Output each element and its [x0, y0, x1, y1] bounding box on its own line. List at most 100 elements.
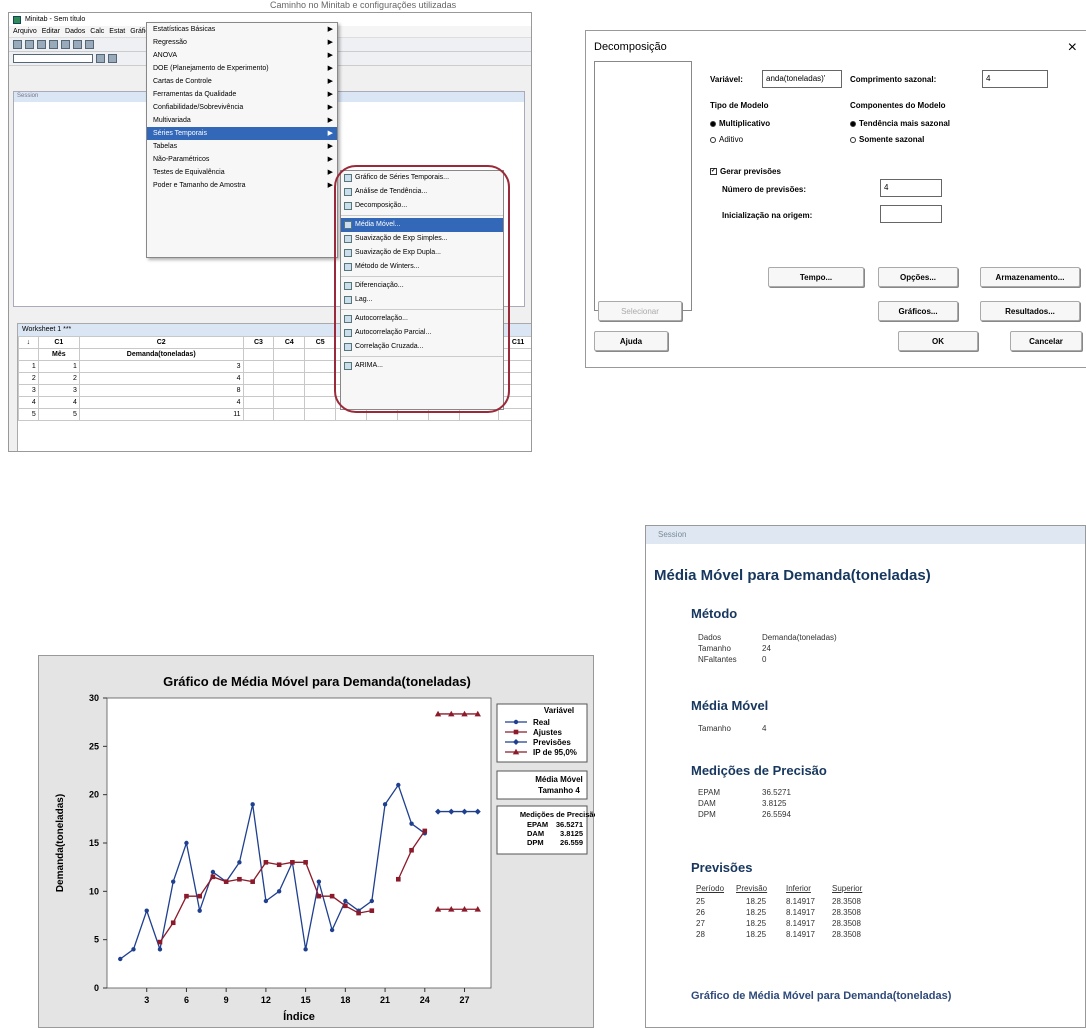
cell[interactable] — [242, 360, 275, 373]
data-point — [276, 889, 282, 894]
cell[interactable]: 1 — [37, 360, 80, 373]
dropdown-icon[interactable] — [13, 54, 93, 63]
new-icon[interactable] — [13, 40, 22, 49]
cell[interactable]: 3 — [37, 384, 80, 397]
accuracy-key: EPAM — [527, 820, 548, 829]
stat-menu-item[interactable]: Confiabilidade/Sobrevivência ▶ — [147, 101, 337, 114]
stat-menu-item[interactable]: Testes de Equivalência ▶ — [147, 166, 337, 179]
variable-field[interactable]: anda(toneladas)' — [762, 70, 842, 88]
minitab-icon — [13, 15, 21, 24]
menu-estat[interactable]: Estat — [109, 28, 125, 35]
menu-editar[interactable]: Editar — [42, 28, 60, 35]
cell[interactable] — [242, 372, 275, 385]
cell[interactable] — [242, 408, 275, 421]
stat-menu-item[interactable]: Poder e Tamanho de Amostra ▶ — [147, 179, 337, 192]
column-name-cell[interactable]: Demanda(toneladas) — [78, 348, 244, 361]
cell[interactable] — [273, 408, 306, 421]
time-button[interactable]: Tempo... — [768, 267, 864, 287]
column-name-cell[interactable]: Mês — [37, 348, 80, 361]
cell[interactable] — [273, 396, 306, 409]
column-header[interactable]: ↓ — [18, 336, 39, 349]
session-bar: Session — [646, 526, 1085, 544]
cut-icon[interactable] — [49, 40, 58, 49]
cell[interactable] — [304, 384, 337, 397]
print-icon[interactable] — [37, 40, 46, 49]
cell[interactable] — [273, 384, 306, 397]
x-tick-label: 6 — [184, 995, 189, 1005]
save-icon[interactable] — [25, 40, 34, 49]
cell[interactable]: 4 — [78, 372, 244, 385]
seasonal-length-field[interactable]: 4 — [982, 70, 1048, 88]
column-name-cell[interactable] — [273, 348, 306, 361]
stat-menu-item[interactable]: Cartas de Controle ▶ — [147, 75, 337, 88]
stat-menu-item[interactable]: Regressão ▶ — [147, 36, 337, 49]
cell[interactable]: 3 — [78, 360, 244, 373]
tool-icon[interactable] — [96, 54, 105, 63]
stat-menu-item[interactable]: Séries Temporais ▶ — [147, 127, 337, 140]
cell[interactable] — [273, 372, 306, 385]
column-header[interactable]: C4 — [273, 336, 306, 349]
cell[interactable]: 1 — [18, 360, 39, 373]
cell[interactable]: 3 — [18, 384, 39, 397]
column-header[interactable]: C3 — [242, 336, 275, 349]
stat-menu-item[interactable]: Estatísticas Básicas ▶ — [147, 23, 337, 36]
close-icon[interactable]: × — [1068, 39, 1077, 57]
help-button[interactable]: Ajuda — [594, 331, 668, 351]
stat-menu-item[interactable]: DOE (Planejamento de Experimento) ▶ — [147, 62, 337, 75]
tool-icon[interactable] — [108, 54, 117, 63]
undo-icon[interactable] — [85, 40, 94, 49]
menu-calc[interactable]: Calc — [90, 28, 104, 35]
graphs-button[interactable]: Gráficos... — [878, 301, 958, 321]
cell[interactable] — [498, 408, 531, 421]
menu-dados[interactable]: Dados — [65, 28, 85, 35]
radio-trend-seasonal[interactable]: Tendência mais sazonal — [850, 119, 950, 128]
cell[interactable]: 5 — [18, 408, 39, 421]
cell[interactable] — [273, 360, 306, 373]
options-button[interactable]: Opções... — [878, 267, 958, 287]
cell[interactable] — [304, 408, 337, 421]
cell[interactable]: 2 — [37, 372, 80, 385]
cell[interactable]: 4 — [18, 396, 39, 409]
variable-list[interactable] — [594, 61, 692, 311]
cell[interactable]: 4 — [78, 396, 244, 409]
column-name-cell[interactable] — [18, 348, 39, 361]
decomposition-dialog: Decomposição × Variável: anda(toneladas)… — [585, 30, 1086, 368]
stat-menu-item[interactable]: Multivariada ▶ — [147, 114, 337, 127]
cell[interactable]: 8 — [78, 384, 244, 397]
storage-button[interactable]: Armazenamento... — [980, 267, 1080, 287]
chevron-right-icon: ▶ — [327, 182, 333, 189]
cell[interactable]: 5 — [37, 408, 80, 421]
ok-button[interactable]: OK — [898, 331, 978, 351]
cancel-button[interactable]: Cancelar — [1010, 331, 1082, 351]
column-header[interactable]: C1 — [37, 336, 80, 349]
cell[interactable]: 2 — [18, 372, 39, 385]
data-point — [382, 802, 388, 807]
cell[interactable]: 4 — [37, 396, 80, 409]
column-header[interactable]: C2 — [78, 336, 244, 349]
column-name-cell[interactable] — [242, 348, 275, 361]
column-header[interactable]: C5 — [304, 336, 337, 349]
menu-arquivo[interactable]: Arquivo — [13, 28, 37, 35]
copy-icon[interactable] — [61, 40, 70, 49]
results-button[interactable]: Resultados... — [980, 301, 1080, 321]
radio-seasonal-only[interactable]: Somente sazonal — [850, 135, 924, 144]
stat-menu-item[interactable]: Não-Paramétricos ▶ — [147, 153, 337, 166]
cell[interactable] — [304, 360, 337, 373]
cell[interactable] — [242, 396, 275, 409]
paste-icon[interactable] — [73, 40, 82, 49]
forecast-count-field[interactable]: 4 — [880, 179, 942, 197]
column-name-cell[interactable] — [304, 348, 337, 361]
stat-menu-item[interactable]: ANOVA ▶ — [147, 49, 337, 62]
radio-multiplicative[interactable]: Multiplicativo — [710, 119, 770, 128]
session-footer-link[interactable]: Gráfico de Média Móvel para Demanda(tone… — [691, 990, 951, 1002]
generate-forecasts-checkbox[interactable]: ✓ Gerar previsões — [710, 167, 781, 176]
cell[interactable]: 11 — [78, 408, 244, 421]
cell[interactable] — [304, 372, 337, 385]
origin-field[interactable] — [880, 205, 942, 223]
radio-additive[interactable]: Aditivo — [710, 135, 743, 144]
cell[interactable] — [242, 384, 275, 397]
stat-menu-item[interactable]: Tabelas ▶ — [147, 140, 337, 153]
cell[interactable] — [304, 396, 337, 409]
select-button[interactable]: Selecionar — [598, 301, 682, 321]
stat-menu-item[interactable]: Ferramentas da Qualidade ▶ — [147, 88, 337, 101]
